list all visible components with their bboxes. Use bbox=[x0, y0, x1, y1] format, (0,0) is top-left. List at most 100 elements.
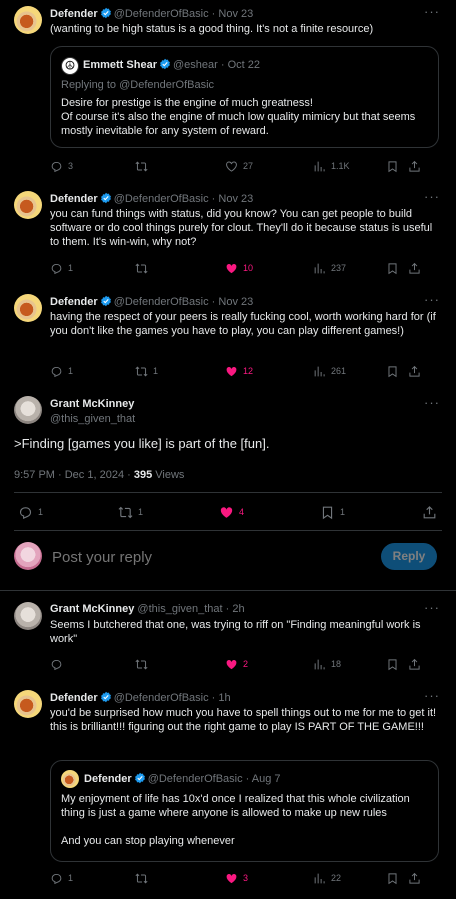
retweet-icon bbox=[135, 365, 148, 378]
bookmark-button[interactable] bbox=[386, 365, 408, 378]
share-button[interactable] bbox=[408, 365, 421, 378]
more-icon[interactable]: ··· bbox=[424, 292, 440, 307]
author-name[interactable]: Defender bbox=[50, 692, 98, 704]
reply-button[interactable]: 3 bbox=[50, 160, 135, 173]
share-button[interactable] bbox=[422, 505, 437, 520]
share-button[interactable] bbox=[408, 658, 421, 671]
reply-button[interactable]: 1 bbox=[50, 365, 135, 378]
retweet-icon bbox=[135, 262, 148, 275]
share-button[interactable] bbox=[408, 160, 421, 173]
share-button[interactable] bbox=[408, 262, 421, 275]
share-icon bbox=[408, 365, 421, 378]
author-handle[interactable]: @DefenderOfBasic bbox=[114, 692, 209, 704]
view-count: 261 bbox=[331, 366, 347, 376]
like-button[interactable]: 27 bbox=[225, 160, 313, 173]
bookmark-button[interactable]: 1 bbox=[320, 505, 422, 520]
tweet-text: having the respect of your peers is real… bbox=[50, 311, 436, 337]
quote-time: Aug 7 bbox=[251, 773, 281, 785]
bookmark-icon bbox=[386, 262, 399, 275]
view-count: 18 bbox=[331, 659, 342, 669]
avatar bbox=[61, 770, 79, 788]
tweet-header: Defender @DefenderOfBasic · Nov 23 bbox=[50, 7, 253, 20]
quote-time: Oct 22 bbox=[227, 59, 260, 71]
avatar[interactable] bbox=[14, 396, 42, 424]
tweet-actions: 1 3 22 bbox=[50, 871, 437, 885]
view-count: 22 bbox=[331, 873, 342, 883]
author-name[interactable]: Grant McKinney bbox=[50, 398, 134, 410]
like-button[interactable]: 4 bbox=[219, 505, 320, 520]
avatar[interactable] bbox=[14, 294, 42, 322]
heart-filled-icon bbox=[225, 262, 238, 275]
author-handle[interactable]: @DefenderOfBasic bbox=[114, 296, 209, 308]
quote-tweet[interactable]: Emmett Shear@eshear · Oct 22 Replying to… bbox=[50, 46, 439, 148]
like-button[interactable]: 3 bbox=[225, 872, 313, 885]
more-icon[interactable]: ··· bbox=[424, 189, 440, 204]
reply-icon bbox=[18, 505, 33, 520]
tweet-time[interactable]: Nov 23 bbox=[218, 296, 253, 308]
author-name[interactable]: Grant McKinney bbox=[50, 603, 134, 615]
bookmark-button[interactable] bbox=[386, 262, 408, 275]
reply-input[interactable] bbox=[50, 544, 374, 570]
views-icon bbox=[313, 365, 326, 378]
author-handle[interactable]: @this_given_that bbox=[50, 413, 135, 425]
more-icon[interactable]: ··· bbox=[424, 4, 440, 19]
retweet-icon bbox=[135, 160, 148, 173]
avatar[interactable] bbox=[14, 191, 42, 219]
reply-button[interactable]: 1 bbox=[50, 262, 135, 275]
more-icon[interactable]: ··· bbox=[424, 395, 440, 410]
bookmark-button[interactable] bbox=[386, 658, 408, 671]
views-button[interactable]: 22 bbox=[313, 872, 386, 885]
verified-icon bbox=[100, 295, 112, 307]
bookmark-button[interactable] bbox=[386, 160, 408, 173]
like-button[interactable]: 10 bbox=[225, 262, 313, 275]
retweet-count: 1 bbox=[138, 507, 144, 517]
more-icon[interactable]: ··· bbox=[424, 600, 440, 615]
tweet-time[interactable]: Nov 23 bbox=[218, 8, 253, 20]
tweet-text: you can fund things with status, did you… bbox=[50, 208, 433, 248]
views-button[interactable]: 18 bbox=[313, 658, 386, 671]
retweet-button[interactable]: 1 bbox=[118, 505, 219, 520]
like-button[interactable]: 2 bbox=[225, 658, 313, 671]
author-handle[interactable]: @DefenderOfBasic bbox=[114, 193, 209, 205]
author-handle[interactable]: @this_given_that bbox=[137, 603, 222, 615]
author-name[interactable]: Defender bbox=[50, 296, 98, 308]
views-button[interactable]: 237 bbox=[313, 262, 386, 275]
quote-tweet[interactable]: Defender @DefenderOfBasic · Aug 7 My enjo… bbox=[50, 760, 439, 862]
quote-header: Emmett Shear @eshear · Oct 22 bbox=[83, 59, 260, 71]
tweet-time[interactable]: 2h bbox=[232, 603, 244, 615]
author-handle[interactable]: @DefenderOfBasic bbox=[114, 8, 209, 20]
retweet-button[interactable]: 1 bbox=[135, 365, 225, 378]
retweet-button[interactable] bbox=[135, 658, 225, 671]
tweet-time[interactable]: Nov 23 bbox=[218, 193, 253, 205]
reply-icon bbox=[50, 365, 63, 378]
retweet-button[interactable] bbox=[135, 160, 225, 173]
views-button[interactable]: 1.1K bbox=[313, 160, 386, 173]
views-button[interactable]: 261 bbox=[313, 365, 386, 378]
more-icon[interactable]: ··· bbox=[424, 688, 440, 703]
bookmark-count: 1 bbox=[340, 507, 346, 517]
quote-author-name: Defender bbox=[84, 773, 132, 785]
reply-button[interactable]: 1 bbox=[50, 872, 135, 885]
share-button[interactable] bbox=[408, 872, 421, 885]
reply-count: 1 bbox=[38, 507, 44, 517]
author-name[interactable]: Defender bbox=[50, 193, 98, 205]
avatar[interactable] bbox=[14, 602, 42, 630]
bookmark-button[interactable] bbox=[386, 872, 408, 885]
reply-button[interactable]: 1 bbox=[18, 505, 118, 520]
retweet-button[interactable] bbox=[135, 872, 225, 885]
like-button[interactable]: 12 bbox=[225, 365, 313, 378]
tweet-timestamp[interactable]: 9:57 PM · Dec 1, 2024 · bbox=[14, 469, 134, 481]
tweet-text: (wanting to be high status is a good thi… bbox=[50, 23, 374, 35]
reply-button[interactable] bbox=[50, 658, 135, 671]
tweet-time[interactable]: 1h bbox=[218, 692, 230, 704]
like-count: 10 bbox=[243, 263, 254, 273]
avatar[interactable] bbox=[14, 690, 42, 718]
author-name[interactable]: Defender bbox=[50, 8, 98, 20]
avatar[interactable] bbox=[14, 6, 42, 34]
reply-icon bbox=[50, 262, 63, 275]
reply-button[interactable]: Reply bbox=[381, 543, 437, 570]
divider bbox=[14, 530, 442, 531]
retweet-button[interactable] bbox=[135, 262, 225, 275]
divider bbox=[0, 590, 456, 591]
reply-count: 1 bbox=[68, 263, 74, 273]
